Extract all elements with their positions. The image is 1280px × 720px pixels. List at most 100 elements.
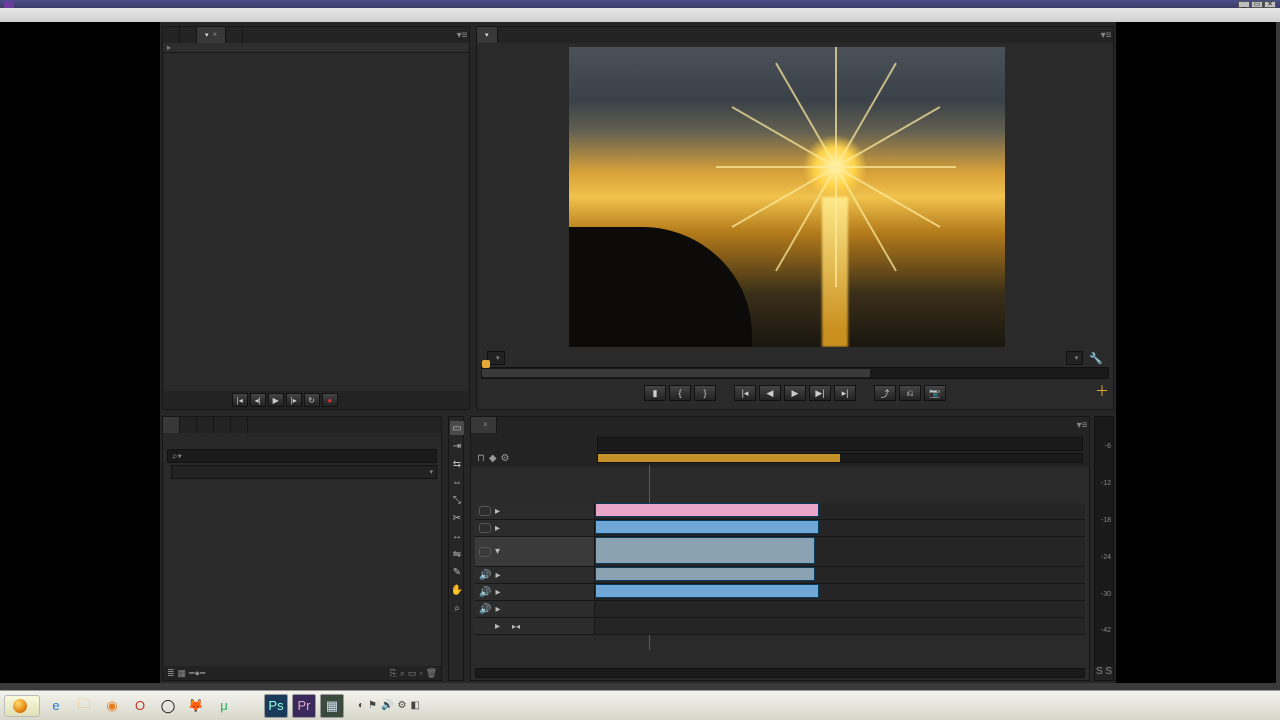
- panel-menu-icon[interactable]: ▾≡: [1099, 30, 1113, 41]
- new-item-icon[interactable]: ▫: [419, 668, 422, 679]
- track-video-2[interactable]: ▸: [475, 520, 1085, 537]
- tab-metadata[interactable]: [226, 27, 243, 43]
- opera-icon[interactable]: O: [128, 694, 152, 718]
- resolution-select[interactable]: ▾: [1066, 351, 1084, 365]
- mark-clip-in-button[interactable]: {: [669, 385, 691, 401]
- clip-v2[interactable]: [595, 520, 819, 534]
- track-audio-1[interactable]: 🔊▸: [475, 567, 1085, 584]
- new-bin-icon[interactable]: ▭: [408, 668, 417, 679]
- lift-button[interactable]: ⤴: [874, 385, 896, 401]
- mark-in-button[interactable]: ▮: [644, 385, 666, 401]
- zoom-tool-icon[interactable]: ⌕: [450, 601, 464, 615]
- settings-icon[interactable]: ⚙: [501, 453, 510, 464]
- step-fwd-button[interactable]: ▶|: [809, 385, 831, 401]
- tab-audio-mixer[interactable]: ▾×: [197, 27, 226, 43]
- zoom-bar[interactable]: [597, 453, 1083, 463]
- minimize-button[interactable]: _: [1238, 1, 1250, 8]
- clip-a2[interactable]: [595, 584, 819, 598]
- firefox-icon[interactable]: 🦊: [184, 694, 208, 718]
- export-frame-button[interactable]: 📷: [924, 385, 946, 401]
- clip-v1[interactable]: [595, 537, 815, 564]
- add-button-icon[interactable]: ＋: [1095, 381, 1109, 401]
- slip-tool-icon[interactable]: ↔: [450, 529, 464, 543]
- clip-v3[interactable]: [595, 503, 819, 517]
- tab-project[interactable]: [163, 417, 180, 433]
- track-master[interactable]: ▸▸◂: [475, 618, 1085, 635]
- taskbar-photoshop[interactable]: Ps: [264, 694, 288, 718]
- panel-menu-icon[interactable]: ▾≡: [1075, 420, 1089, 431]
- wrench-icon[interactable]: 🔧: [1089, 352, 1103, 365]
- play-button[interactable]: ▶: [784, 385, 806, 401]
- tray-icon[interactable]: 🔊: [381, 700, 393, 711]
- program-scrubber[interactable]: [481, 367, 1109, 379]
- icon-view-icon[interactable]: ▦: [178, 668, 187, 679]
- list-view-icon[interactable]: ≣: [167, 668, 175, 679]
- speaker-icon[interactable]: 🔊: [479, 604, 491, 615]
- hand-tool-icon[interactable]: ✋: [450, 583, 464, 597]
- tab-markers[interactable]: [231, 417, 248, 433]
- tray-icon[interactable]: ⚙: [397, 700, 406, 711]
- speaker-icon[interactable]: 🔊: [479, 587, 491, 598]
- project-search-input[interactable]: ⌕▾: [167, 449, 437, 463]
- mark-clip-out-button[interactable]: }: [694, 385, 716, 401]
- play-button[interactable]: ▶: [268, 393, 284, 407]
- utorrent-icon[interactable]: μ: [212, 694, 236, 718]
- tab-source-clips[interactable]: [163, 27, 180, 43]
- record-button[interactable]: ●: [322, 393, 338, 407]
- track-audio-2[interactable]: 🔊▸: [475, 584, 1085, 601]
- tray-icon[interactable]: ◧: [410, 700, 419, 711]
- goto-in-button[interactable]: |◂: [232, 393, 248, 407]
- program-viewport[interactable]: [569, 47, 1005, 347]
- explorer-icon[interactable]: 🗀: [72, 694, 96, 718]
- tab-program[interactable]: ▾: [477, 27, 498, 43]
- close-tab-icon[interactable]: ×: [483, 420, 488, 429]
- find-icon[interactable]: ⌕: [400, 668, 405, 679]
- automate-icon[interactable]: ⎘: [390, 668, 397, 679]
- extract-button[interactable]: ⎌: [899, 385, 921, 401]
- toggle-track-icon[interactable]: [479, 523, 491, 533]
- time-ruler[interactable]: [597, 437, 1083, 451]
- goto-out-button[interactable]: ▸|: [834, 385, 856, 401]
- wmp-icon[interactable]: ◉: [100, 694, 124, 718]
- tab-info[interactable]: [197, 417, 214, 433]
- speaker-icon[interactable]: 🔊: [479, 570, 491, 581]
- taskbar-app[interactable]: ▦: [320, 694, 344, 718]
- restore-button[interactable]: ▭: [1251, 1, 1263, 8]
- step-back-button[interactable]: ◀: [759, 385, 781, 401]
- selection-tool-icon[interactable]: ▭: [450, 421, 464, 435]
- goto-in-button[interactable]: |◂: [734, 385, 756, 401]
- ripple-tool-icon[interactable]: ⇆: [450, 457, 464, 471]
- step-fwd-button[interactable]: |▸: [286, 393, 302, 407]
- tray-icon[interactable]: ◐: [358, 700, 364, 711]
- close-tab-icon[interactable]: ×: [213, 30, 218, 39]
- zoom-slider[interactable]: ━●━: [189, 668, 205, 679]
- marker-icon[interactable]: ◆: [489, 453, 497, 464]
- rolling-tool-icon[interactable]: ⇔: [450, 475, 464, 489]
- tab-effects[interactable]: [214, 417, 231, 433]
- slide-tool-icon[interactable]: ⇋: [450, 547, 464, 561]
- snap-icon[interactable]: ⊓: [477, 453, 485, 464]
- taskbar-premiere[interactable]: Pr: [292, 694, 316, 718]
- trash-icon[interactable]: 🗑: [426, 668, 437, 679]
- solo-icon[interactable]: S S: [1095, 666, 1113, 680]
- razor-tool-icon[interactable]: ✂: [450, 511, 464, 525]
- loop-button[interactable]: ↻: [304, 393, 320, 407]
- pen-tool-icon[interactable]: ✎: [450, 565, 464, 579]
- track-video-3[interactable]: ▸: [475, 503, 1085, 520]
- toggle-track-icon[interactable]: [479, 506, 491, 516]
- close-button[interactable]: ✕: [1264, 1, 1276, 8]
- tab-effect-controls[interactable]: [180, 27, 197, 43]
- track-video-1[interactable]: ▾: [475, 537, 1085, 567]
- playhead-marker-icon[interactable]: [482, 360, 490, 368]
- track-audio-3[interactable]: 🔊▸: [475, 601, 1085, 618]
- ie-icon[interactable]: e: [44, 694, 68, 718]
- start-button[interactable]: [4, 695, 40, 717]
- step-back-button[interactable]: ◂|: [250, 393, 266, 407]
- panel-menu-icon[interactable]: ▾≡: [455, 30, 469, 41]
- tray-icon[interactable]: ⚑: [368, 700, 377, 711]
- toggle-track-icon[interactable]: [479, 547, 491, 557]
- chrome-icon[interactable]: ◯: [156, 694, 180, 718]
- track-select-tool-icon[interactable]: ⇥: [450, 439, 464, 453]
- timeline-scrollbar[interactable]: [475, 668, 1085, 678]
- clip-a1[interactable]: [595, 567, 815, 581]
